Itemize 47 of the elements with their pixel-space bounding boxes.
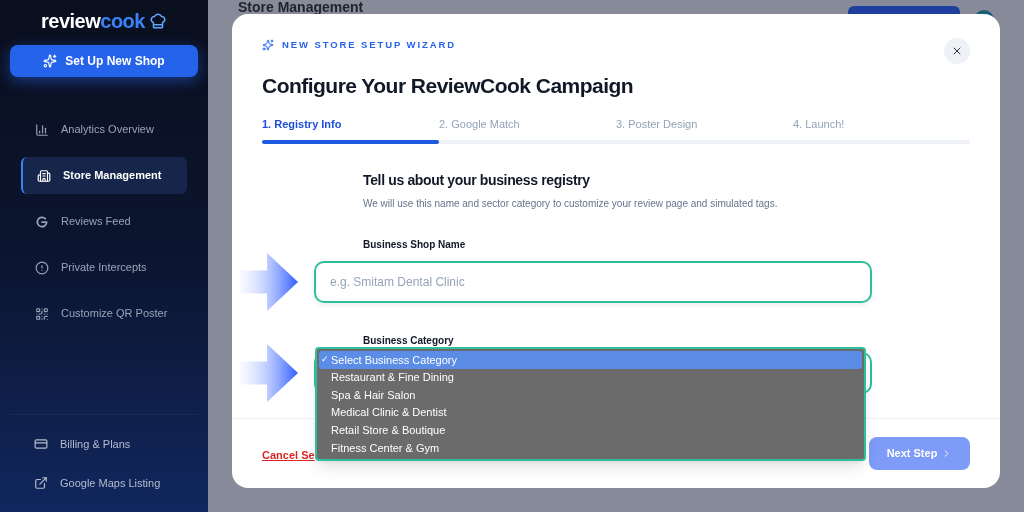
building-icon bbox=[37, 168, 51, 183]
dropdown-option[interactable]: ✓ Select Business Category bbox=[319, 351, 862, 369]
dropdown-option[interactable]: Spa & Hair Salon bbox=[319, 386, 862, 404]
dropdown-option[interactable]: Medical Clinic & Dentist bbox=[319, 403, 862, 422]
set-up-shop-button[interactable]: Set Up New Shop bbox=[10, 45, 198, 77]
option-label: Retail Store & Boutique bbox=[331, 422, 446, 438]
section-title: Tell us about your business registry bbox=[363, 171, 591, 191]
nav-item[interactable]: Reviews Feed bbox=[21, 203, 187, 240]
cancel-link[interactable]: Cancel Se bbox=[262, 447, 315, 464]
nav-item[interactable]: Customize QR Poster bbox=[21, 295, 187, 332]
field-label: Business Category bbox=[362, 334, 455, 349]
field-label: Business Shop Name bbox=[363, 238, 467, 253]
option-label: Select Business Category bbox=[331, 352, 457, 368]
bar-chart-icon bbox=[35, 122, 49, 137]
step-tab[interactable]: 1. Registry Info bbox=[262, 115, 439, 133]
alert-circle-icon bbox=[35, 260, 49, 275]
external-link-icon bbox=[34, 476, 48, 490]
nav-item[interactable]: Private Intercepts bbox=[21, 249, 187, 286]
option-label: Spa & Hair Salon bbox=[331, 387, 416, 403]
option-label: Restaurant & Fine Dining bbox=[331, 370, 454, 386]
dropdown-option[interactable]: Restaurant & Fine Dining bbox=[319, 368, 862, 387]
nav-item[interactable]: Google Maps Listing bbox=[34, 472, 174, 494]
nav-item[interactable]: Store Management bbox=[21, 157, 187, 194]
dropdown-option[interactable]: Fitness Center & Gym bbox=[319, 438, 862, 457]
close-icon bbox=[951, 45, 963, 57]
nav-item[interactable]: Analytics Overview bbox=[21, 111, 187, 148]
section-description: We will use this name and sector category to customize your review page and simulated tags. bbox=[363, 197, 779, 212]
arrow-icon bbox=[240, 253, 298, 312]
arrow-icon bbox=[240, 344, 298, 403]
dropdown-option[interactable]: Retail Store & Boutique bbox=[319, 421, 862, 439]
option-label: Fitness Center & Gym bbox=[331, 440, 440, 456]
sparkle-icon bbox=[262, 39, 274, 52]
option-label: Medical Clinic & Dentist bbox=[331, 405, 447, 421]
step-tab[interactable]: 2. Google Match bbox=[439, 115, 616, 133]
wizard-eyebrow: NEW STORE SETUP WIZARD bbox=[282, 38, 456, 52]
logo: reviewcook bbox=[41, 9, 145, 34]
modal-title: Configure Your ReviewCook Campaign bbox=[262, 73, 635, 100]
step-tab[interactable]: 4. Launch! bbox=[793, 115, 970, 133]
shop-name-field[interactable]: e.g. Smitam Dental Clinic bbox=[314, 261, 872, 304]
credit-card-icon bbox=[34, 437, 48, 451]
g-letter-icon bbox=[35, 214, 49, 229]
sparkle-icon bbox=[43, 54, 58, 68]
chef-hat-icon bbox=[148, 12, 167, 30]
check-mark: ✓ bbox=[321, 353, 329, 367]
nav-item[interactable]: Billing & Plans bbox=[34, 433, 174, 455]
qr-code-icon bbox=[35, 306, 49, 321]
page-title: Store Management bbox=[238, 0, 364, 14]
